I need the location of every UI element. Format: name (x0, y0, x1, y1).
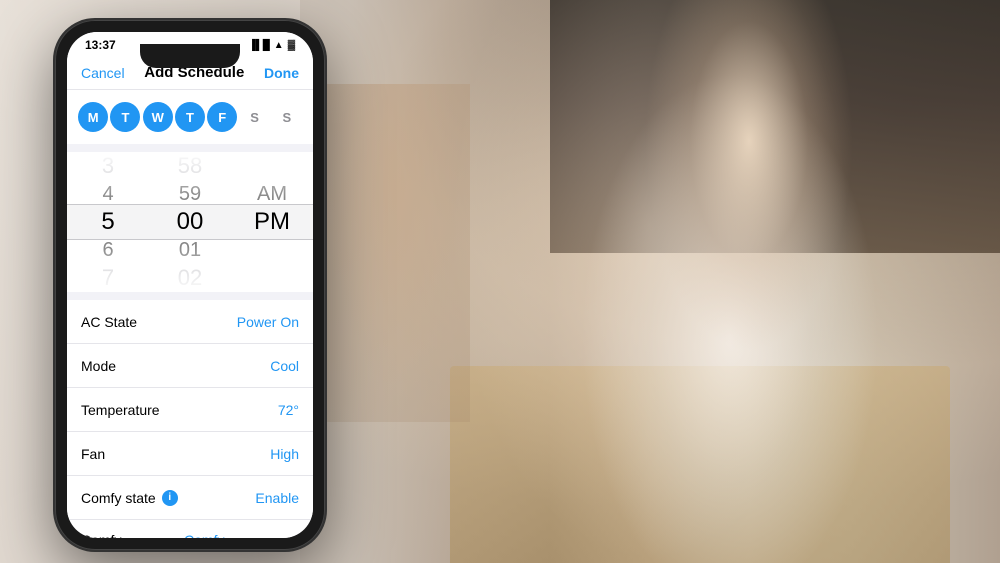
comfy-state-row[interactable]: Comfy state i Enable (67, 476, 313, 520)
minute-selected: 00 (149, 208, 231, 236)
minute-item: 58 (149, 152, 231, 180)
cancel-button[interactable]: Cancel (81, 65, 125, 81)
comfy-trigger-row[interactable]: Comfy Trigger i Comfy Temperature (67, 520, 313, 538)
wifi-icon: ▲ (274, 40, 284, 51)
minute-item: 02 (149, 264, 231, 292)
fan-value: High (270, 446, 299, 462)
mode-value: Cool (270, 358, 299, 374)
days-row: M T W T F S S (67, 90, 313, 144)
period-column[interactable]: AM PM (231, 152, 313, 292)
hours-column[interactable]: 3 4 5 6 7 (67, 152, 149, 292)
period-am: AM (231, 180, 313, 208)
comfy-trigger-label: Comfy Trigger i (81, 532, 184, 538)
settings-list: AC State Power On Mode Cool Temperature … (67, 300, 313, 538)
ac-state-label: AC State (81, 314, 137, 330)
mode-label: Mode (81, 358, 116, 374)
day-saturday[interactable]: S (240, 102, 270, 132)
signal-icon: ▐▌█ (249, 40, 270, 51)
phone: 13:37 ▐▌█ ▲ ▓ Cancel Add Schedule Done M… (55, 20, 325, 550)
day-sunday[interactable]: S (272, 102, 302, 132)
person-light (450, 0, 850, 563)
done-button[interactable]: Done (264, 65, 299, 81)
phone-notch (140, 44, 240, 68)
temperature-row[interactable]: Temperature 72° (67, 388, 313, 432)
fan-row[interactable]: Fan High (67, 432, 313, 476)
status-time: 13:37 (85, 38, 116, 52)
minute-item: 59 (149, 180, 231, 208)
comfy-state-info-icon[interactable]: i (162, 490, 178, 506)
time-picker[interactable]: 3 4 5 6 7 58 59 00 01 02 AM (67, 152, 313, 292)
comfy-state-label: Comfy state i (81, 490, 178, 506)
day-wednesday[interactable]: W (143, 102, 173, 132)
period-selected: PM (231, 208, 313, 236)
background-woman (320, 84, 470, 422)
temperature-value: 72° (278, 402, 299, 418)
hour-item: 3 (67, 152, 149, 180)
day-thursday[interactable]: T (175, 102, 205, 132)
ac-state-value: Power On (237, 314, 299, 330)
phone-screen: 13:37 ▐▌█ ▲ ▓ Cancel Add Schedule Done M… (67, 32, 313, 538)
hour-item: 7 (67, 264, 149, 292)
period-item (231, 236, 313, 264)
hour-selected: 5 (67, 208, 149, 236)
battery-icon: ▓ (288, 40, 295, 51)
minutes-column[interactable]: 58 59 00 01 02 (149, 152, 231, 292)
fan-label: Fan (81, 446, 105, 462)
period-item (231, 152, 313, 180)
hour-item: 6 (67, 236, 149, 264)
temperature-label: Temperature (81, 402, 160, 418)
comfy-state-value: Enable (255, 490, 299, 506)
mode-row[interactable]: Mode Cool (67, 344, 313, 388)
day-friday[interactable]: F (207, 102, 237, 132)
ac-state-row[interactable]: AC State Power On (67, 300, 313, 344)
period-item (231, 264, 313, 292)
time-columns: 3 4 5 6 7 58 59 00 01 02 AM (67, 152, 313, 292)
status-icons: ▐▌█ ▲ ▓ (249, 40, 295, 51)
comfy-trigger-value: Comfy Temperature (184, 532, 299, 538)
minute-item: 01 (149, 236, 231, 264)
day-monday[interactable]: M (78, 102, 108, 132)
day-tuesday[interactable]: T (110, 102, 140, 132)
hour-item: 4 (67, 180, 149, 208)
